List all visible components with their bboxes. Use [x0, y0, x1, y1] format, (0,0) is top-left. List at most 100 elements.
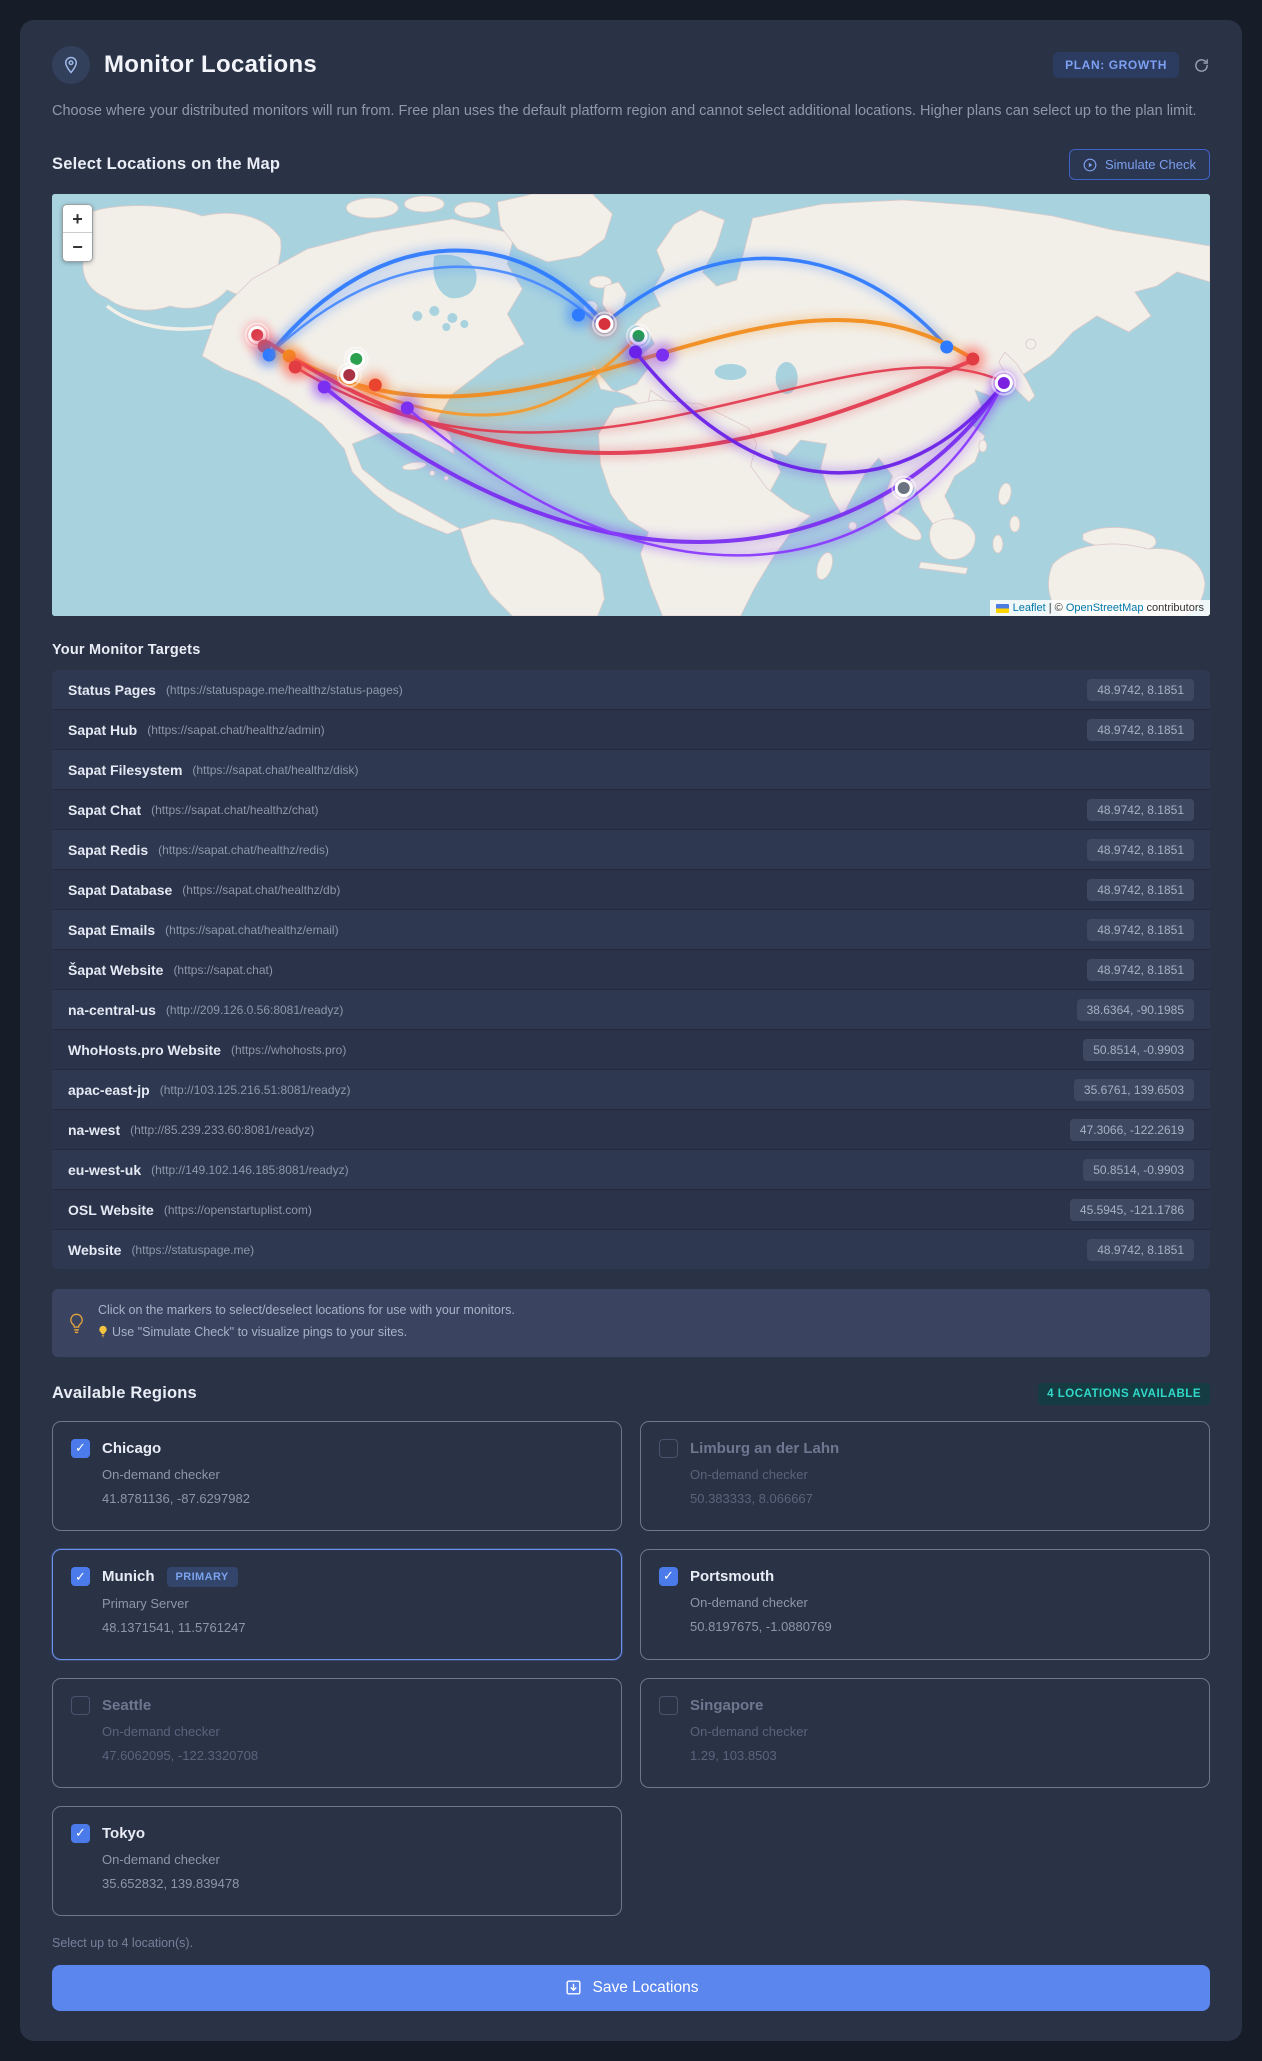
map-marker[interactable]: [340, 366, 359, 385]
ukraine-flag-icon: [995, 603, 1009, 613]
map[interactable]: + − Leaflet | © OpenStreetMap contributo…: [52, 194, 1210, 617]
region-coords: 48.1371541, 11.5761247: [102, 1619, 246, 1635]
map-marker-tokyo[interactable]: [994, 374, 1013, 393]
region-card-portsmouth[interactable]: ✓ Portsmouth On-demand checker 50.8197675, …: [640, 1548, 1210, 1660]
map-marker[interactable]: [262, 348, 276, 362]
map-marker[interactable]: [656, 348, 670, 362]
tip-box: Click on the markers to select/deselect …: [52, 1289, 1210, 1357]
target-row-website: Website (https://statuspage.me) 48.9742, 8…: [52, 1229, 1210, 1270]
region-card-chicago[interactable]: ✓ Chicago On-demand checker 41.8781136, -87…: [52, 1420, 622, 1531]
target-row-osl-website: OSL Website (https://openstartuplist.com)…: [52, 1189, 1210, 1230]
region-coords: 35.652832, 139.839478: [102, 1875, 240, 1891]
map-marker[interactable]: [571, 308, 585, 322]
location-pin-icon: [52, 46, 90, 84]
region-name: Tokyo: [102, 1824, 146, 1842]
map-zoom-out-button[interactable]: −: [63, 233, 92, 262]
regions-grid: ✓ Chicago On-demand checker 41.8781136, -87…: [52, 1420, 1210, 1916]
target-name: na-west: [68, 1121, 121, 1138]
region-card-munich[interactable]: ✓ Munich PRIMARY Primary Server 48.1371541, …: [52, 1548, 622, 1660]
target-row-sapat-filesystem: Sapat Filesystem (https://sapat.chat/heal…: [52, 749, 1210, 790]
tip-text: Click on the markers to select/deselect …: [98, 1300, 515, 1346]
targets-list: Status Pages (https://statuspage.me/healt…: [52, 670, 1210, 1270]
target-url: (http://85.239.233.60:8081/readyz): [130, 1122, 315, 1137]
map-marker[interactable]: [288, 360, 302, 374]
region-subtitle: On-demand checker: [102, 1851, 220, 1867]
map-marker[interactable]: [966, 352, 980, 366]
target-coords-badge: 50.8514, -0.9903: [1083, 1038, 1194, 1061]
region-card-head: Limburg an der Lahn: [659, 1438, 1191, 1458]
attribution-tail: contributors: [1143, 602, 1204, 615]
target-name: Sapat Filesystem: [68, 761, 183, 778]
target-row-whohosts-pro-website: WhoHosts.pro Website (https://whohosts.pr…: [52, 1029, 1210, 1070]
region-card-seattle[interactable]: Seattle On-demand checker 47.6062095, -122…: [52, 1677, 622, 1788]
save-locations-label: Save Locations: [592, 1978, 699, 1996]
target-coords-badge: 50.8514, -0.9903: [1083, 1158, 1194, 1181]
region-checkbox-portsmouth[interactable]: ✓: [659, 1566, 678, 1586]
header: Monitor Locations PLAN: GROWTH: [52, 46, 1210, 84]
target-row-apac-east-jp: apac-east-jp (http://103.125.216.51:8081/…: [52, 1069, 1210, 1110]
target-url: (https://sapat.chat/healthz/db): [182, 882, 341, 897]
map-marker-singapore[interactable]: [894, 479, 913, 498]
map-section-title: Select Locations on the Map: [52, 155, 281, 174]
plan-badge: PLAN: GROWTH: [1053, 52, 1179, 78]
region-card-singapore[interactable]: Singapore On-demand checker 1.29, 103.8503: [640, 1677, 1210, 1788]
region-checkbox-singapore[interactable]: [659, 1695, 678, 1715]
target-coords-badge: 48.9742, 8.1851: [1087, 1238, 1194, 1261]
region-checkbox-tokyo[interactable]: ✓: [71, 1823, 90, 1843]
region-checkbox-seattle[interactable]: [71, 1695, 90, 1715]
simulate-check-button[interactable]: Simulate Check: [1068, 149, 1210, 181]
target-name: na-central-us: [68, 1001, 156, 1018]
targets-heading: Your Monitor Targets: [52, 642, 201, 659]
map-marker[interactable]: [400, 401, 414, 415]
page: Monitor Locations PLAN: GROWTH Choose wh…: [0, 0, 1262, 2061]
lightbulb-small-icon: [98, 1324, 108, 1346]
region-name: Munich: [102, 1568, 155, 1586]
region-name: Singapore: [690, 1696, 764, 1714]
map-marker[interactable]: [940, 340, 954, 354]
map-marker[interactable]: [628, 345, 643, 359]
refresh-icon[interactable]: [1193, 57, 1210, 74]
region-checkbox-munich[interactable]: ✓: [71, 1567, 90, 1587]
save-locations-button[interactable]: Save Locations: [52, 1964, 1210, 2011]
map-marker[interactable]: [317, 380, 331, 394]
target-name: Status Pages: [68, 681, 156, 698]
map-overlay-routes: [244, 245, 1017, 560]
region-card-tokyo[interactable]: ✓ Tokyo On-demand checker 35.652832, 139.83…: [52, 1805, 622, 1916]
region-card-limburg-an-der-lahn[interactable]: Limburg an der Lahn On-demand checker 50.3…: [640, 1420, 1210, 1531]
ping-route: [602, 256, 949, 349]
target-name: OSL Website: [68, 1201, 154, 1218]
region-checkbox-limburg-an-der-lahn[interactable]: [659, 1438, 678, 1458]
target-coords-badge: 48.9742, 8.1851: [1087, 958, 1194, 981]
target-coords-badge: 38.6364, -90.1985: [1076, 998, 1194, 1021]
target-url: (http://103.125.216.51:8081/readyz): [159, 1082, 351, 1097]
target-url: (http://209.126.0.56:8081/readyz): [165, 1002, 344, 1017]
region-card-head: ✓ Tokyo: [71, 1823, 603, 1843]
target-row-sapat-emails: Sapat Emails (https://sapat.chat/healthz/…: [52, 909, 1210, 950]
map-marker[interactable]: [368, 378, 382, 392]
region-card-head: ✓ Portsmouth: [659, 1566, 1191, 1586]
region-checkbox-chicago[interactable]: ✓: [71, 1438, 90, 1458]
map-marker-portsmouth[interactable]: [595, 315, 614, 334]
target-url: (https://statuspage.me/healthz/status-pa…: [165, 682, 403, 697]
map-zoom-in-button[interactable]: +: [63, 205, 92, 234]
lightbulb-icon: [68, 1312, 85, 1335]
region-name: Seattle: [102, 1696, 152, 1714]
region-coords: 50.8197675, -1.0880769: [690, 1618, 832, 1634]
regions-section-header: Available Regions 4 LOCATIONS AVAILABLE: [52, 1382, 1210, 1405]
region-subtitle: On-demand checker: [690, 1594, 808, 1610]
region-subtitle: On-demand checker: [690, 1466, 808, 1482]
map-zoom-control: + −: [62, 204, 93, 263]
primary-badge: PRIMARY: [166, 1566, 238, 1587]
target-name: Sapat Chat: [68, 801, 142, 818]
target-coords-badge: 48.9742, 8.1851: [1087, 878, 1194, 901]
leaflet-link[interactable]: Leaflet: [1013, 602, 1046, 614]
play-circle-icon: [1083, 158, 1097, 172]
target-coords-badge: 48.9742, 8.1851: [1087, 678, 1194, 701]
header-right: PLAN: GROWTH: [1053, 52, 1210, 78]
openstreetmap-link[interactable]: OpenStreetMap: [1066, 602, 1144, 614]
target-row-sapat-redis: Sapat Redis (https://sapat.chat/healthz/r…: [52, 829, 1210, 870]
region-card-head: ✓ Munich PRIMARY: [71, 1566, 603, 1587]
monitor-locations-panel: Monitor Locations PLAN: GROWTH Choose wh…: [20, 20, 1242, 2041]
target-url: (https://whohosts.pro): [230, 1042, 347, 1057]
region-coords: 50.383333, 8.066667: [690, 1490, 813, 1506]
